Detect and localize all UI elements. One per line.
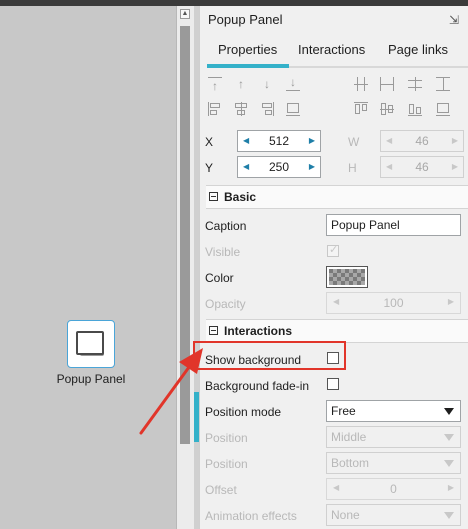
popup-panel-widget[interactable]: [67, 320, 115, 368]
animation-effects-label: Animation effects: [205, 509, 297, 523]
position-vertical-label: Position: [205, 457, 248, 471]
position-vertical-value: Bottom: [331, 456, 370, 470]
increment-arrow-icon[interactable]: ▶: [309, 136, 315, 145]
x-stepper[interactable]: ◀ 512 ▶: [237, 130, 321, 152]
offset-stepper: ◀ 0 ▶: [326, 478, 461, 500]
bring-forward-icon[interactable]: ↑: [232, 75, 250, 93]
x-value: 512: [268, 134, 290, 148]
x-label: X: [205, 135, 214, 149]
bg-fade-checkbox[interactable]: [327, 378, 339, 390]
align-top-icon[interactable]: [352, 100, 370, 118]
chevron-down-icon: [444, 512, 454, 519]
active-tab-indicator: [207, 64, 289, 68]
increment-arrow-icon[interactable]: ▶: [309, 162, 315, 171]
color-label: Color: [205, 271, 234, 285]
tab-properties[interactable]: Properties: [218, 42, 277, 57]
panel-tabs: Properties Interactions Page links: [200, 40, 468, 68]
caption-input[interactable]: Popup Panel: [326, 214, 461, 236]
widget-label: Popup Panel: [56, 372, 126, 386]
bring-to-front-icon[interactable]: ↑: [206, 75, 224, 93]
position-mode-label: Position mode: [205, 405, 282, 419]
align-bottom-icon[interactable]: [406, 100, 424, 118]
opacity-value: 100: [383, 296, 404, 310]
interactions-section-header[interactable]: Interactions: [206, 319, 468, 343]
tab-page-links[interactable]: Page links: [388, 42, 448, 57]
chevron-down-icon: [444, 408, 454, 415]
panel-title: Popup Panel: [208, 12, 283, 27]
align-right-icon[interactable]: [258, 100, 276, 118]
chevron-down-icon: [444, 434, 454, 441]
distribute-vertical-icon[interactable]: [406, 75, 424, 93]
distribute-height-icon[interactable]: [434, 75, 452, 93]
position-horizontal-label: Position: [205, 431, 248, 445]
position-mode-select[interactable]: Free: [326, 400, 461, 422]
y-value: 250: [268, 160, 290, 174]
decrement-arrow-icon: ◀: [386, 162, 393, 171]
design-canvas[interactable]: [0, 6, 176, 529]
position-vertical-select: Bottom: [326, 452, 461, 474]
w-stepper: ◀ 46 ▶: [380, 130, 464, 152]
distribute-width-icon[interactable]: [378, 75, 396, 93]
collapse-icon[interactable]: [209, 192, 218, 201]
increment-arrow-icon: ▶: [451, 162, 458, 171]
basic-section-header[interactable]: Basic: [206, 185, 468, 209]
properties-panel: Popup Panel ⇲ Properties Interactions Pa…: [199, 6, 468, 529]
canvas-scrollbar[interactable]: ▲: [176, 6, 194, 529]
position-horizontal-value: Middle: [331, 430, 367, 444]
basic-section-title: Basic: [224, 190, 257, 204]
tab-interactions[interactable]: Interactions: [298, 42, 365, 57]
animation-effects-value: None: [331, 508, 360, 522]
panel-front-shape: [76, 331, 104, 355]
align-to-grid-icon[interactable]: [284, 100, 302, 118]
animation-effects-select: None: [326, 504, 461, 526]
chevron-down-icon: [444, 460, 454, 467]
align-center-icon[interactable]: [232, 100, 250, 118]
interactions-section-title: Interactions: [224, 324, 293, 338]
offset-value: 0: [390, 482, 397, 496]
highlight-box: [193, 341, 346, 370]
bg-fade-label: Background fade-in: [205, 379, 310, 393]
offset-label: Offset: [205, 483, 237, 497]
visible-checkbox: [327, 243, 339, 257]
decrement-arrow-icon: ◀: [386, 136, 393, 145]
decrement-arrow-icon: ◀: [333, 483, 340, 492]
send-backward-icon[interactable]: ↓: [258, 75, 276, 93]
y-stepper[interactable]: ◀ 250 ▶: [237, 156, 321, 178]
transparency-pattern: [329, 269, 365, 285]
decrement-arrow-icon[interactable]: ◀: [243, 162, 249, 171]
send-to-back-icon[interactable]: ↓: [284, 75, 302, 93]
w-label: W: [348, 135, 360, 149]
scroll-up-arrow-icon[interactable]: ▲: [180, 9, 190, 19]
distribute-horizontal-icon[interactable]: [352, 75, 370, 93]
opacity-label: Opacity: [205, 297, 246, 311]
y-label: Y: [205, 161, 214, 175]
color-swatch[interactable]: [326, 266, 368, 288]
scroll-thumb[interactable]: [180, 26, 190, 444]
pin-icon[interactable]: ⇲: [449, 13, 459, 27]
h-value: 46: [415, 160, 429, 174]
h-stepper: ◀ 46 ▶: [380, 156, 464, 178]
align-left-icon[interactable]: [206, 100, 224, 118]
w-value: 46: [415, 134, 429, 148]
decrement-arrow-icon: ◀: [333, 297, 340, 306]
decrement-arrow-icon[interactable]: ◀: [243, 136, 249, 145]
caption-label: Caption: [205, 219, 247, 233]
align-middle-icon[interactable]: [378, 100, 396, 118]
increment-arrow-icon: ▶: [447, 483, 454, 492]
increment-arrow-icon: ▶: [447, 297, 454, 306]
collapse-icon[interactable]: [209, 326, 218, 335]
position-mode-value: Free: [331, 404, 356, 418]
align-page-icon[interactable]: [434, 100, 452, 118]
increment-arrow-icon: ▶: [451, 136, 458, 145]
visible-label: Visible: [205, 245, 241, 259]
opacity-slider: ◀ 100 ▶: [326, 292, 461, 314]
position-horizontal-select: Middle: [326, 426, 461, 448]
h-label: H: [348, 161, 357, 175]
